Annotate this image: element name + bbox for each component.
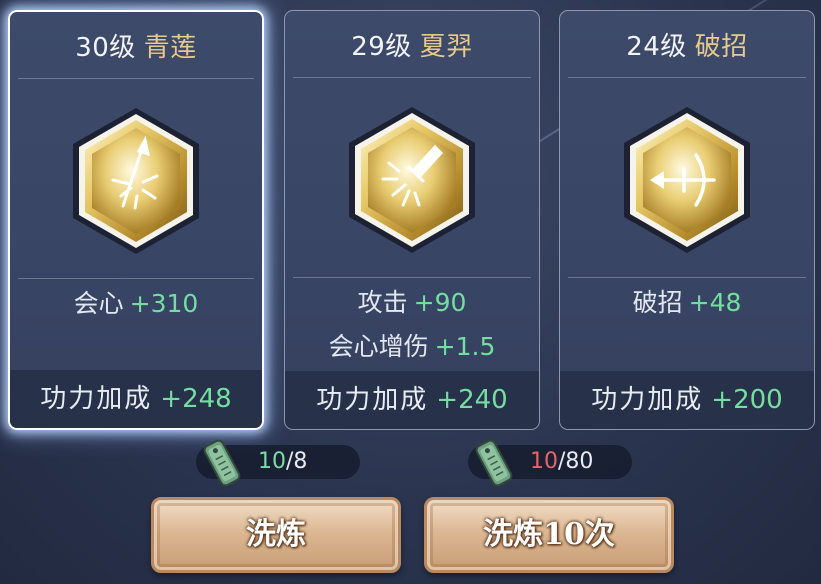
skill-level: 24级 [626,32,687,62]
card-header: 24级 破招 [560,11,814,77]
crossbow-arrow-icon [624,107,750,253]
power-bonus-bar: 功力加成 +200 [560,371,814,429]
skill-level: 29级 [351,32,412,62]
skill-name: 青莲 [143,33,197,63]
stat-name: 攻击 [357,288,408,317]
broken-sword-icon [349,107,475,253]
bonus-value: +200 [711,385,783,415]
divider [293,77,531,78]
power-bonus-bar: 功力加成 +248 [10,370,262,428]
stat-row: 会心 +310 [10,282,262,326]
divider [568,277,806,278]
bonus-value: +248 [160,384,232,414]
owned-count: 10 [258,449,286,474]
divider [568,77,806,78]
skill-name: 破招 [694,32,748,62]
bonus-value: +240 [436,385,508,415]
refine-10-times-button[interactable]: 洗炼10次 [424,497,674,573]
jade-tablet-icon [475,439,513,487]
divider [18,78,254,79]
sword-burst-icon [73,108,199,254]
stat-value: +1.5 [434,332,496,361]
jade-tablet-icon [203,439,241,487]
required-count: /8 [286,449,308,474]
required-count: /80 [558,449,594,474]
refine-cost: 10/8 [196,439,360,487]
card-header: 29级 夏羿 [285,11,539,77]
stat-value: +48 [688,288,742,317]
bonus-label: 功力加成 [316,385,429,415]
skill-card-pozhao[interactable]: 24级 破招 破招 +48 功力加成 +200 [559,10,815,430]
power-bonus-bar: 功力加成 +240 [285,371,539,429]
stat-list: 攻击 +90 会心增伤 +1.5 [285,281,539,369]
stat-row: 攻击 +90 [285,281,539,325]
skill-card-xiayi[interactable]: 29级 夏羿 攻击 +90 会心增伤 +1.5 功力加成 +240 [284,10,540,430]
stat-value: +310 [129,289,199,318]
owned-count: 10 [530,449,558,474]
refine-button[interactable]: 洗炼 [151,497,401,573]
skill-name: 夏羿 [419,32,473,62]
stat-row: 破招 +48 [560,281,814,325]
card-header: 30级 青莲 [10,12,262,78]
stat-list: 会心 +310 [10,282,262,326]
divider [18,278,254,279]
refine10-cost: 10/80 [468,439,632,487]
bonus-label: 功力加成 [40,384,153,414]
stat-name: 破招 [632,288,683,317]
stat-value: +90 [413,288,467,317]
divider [293,277,531,278]
stat-list: 破招 +48 [560,281,814,325]
bonus-label: 功力加成 [591,385,704,415]
stat-name: 会心 [73,289,124,318]
skill-level: 30级 [75,33,136,63]
skill-card-qinglian[interactable]: 30级 青莲 会心 +310 功力加成 +248 [8,10,264,430]
stat-row: 会心增伤 +1.5 [285,325,539,369]
stat-name: 会心增伤 [328,332,429,361]
